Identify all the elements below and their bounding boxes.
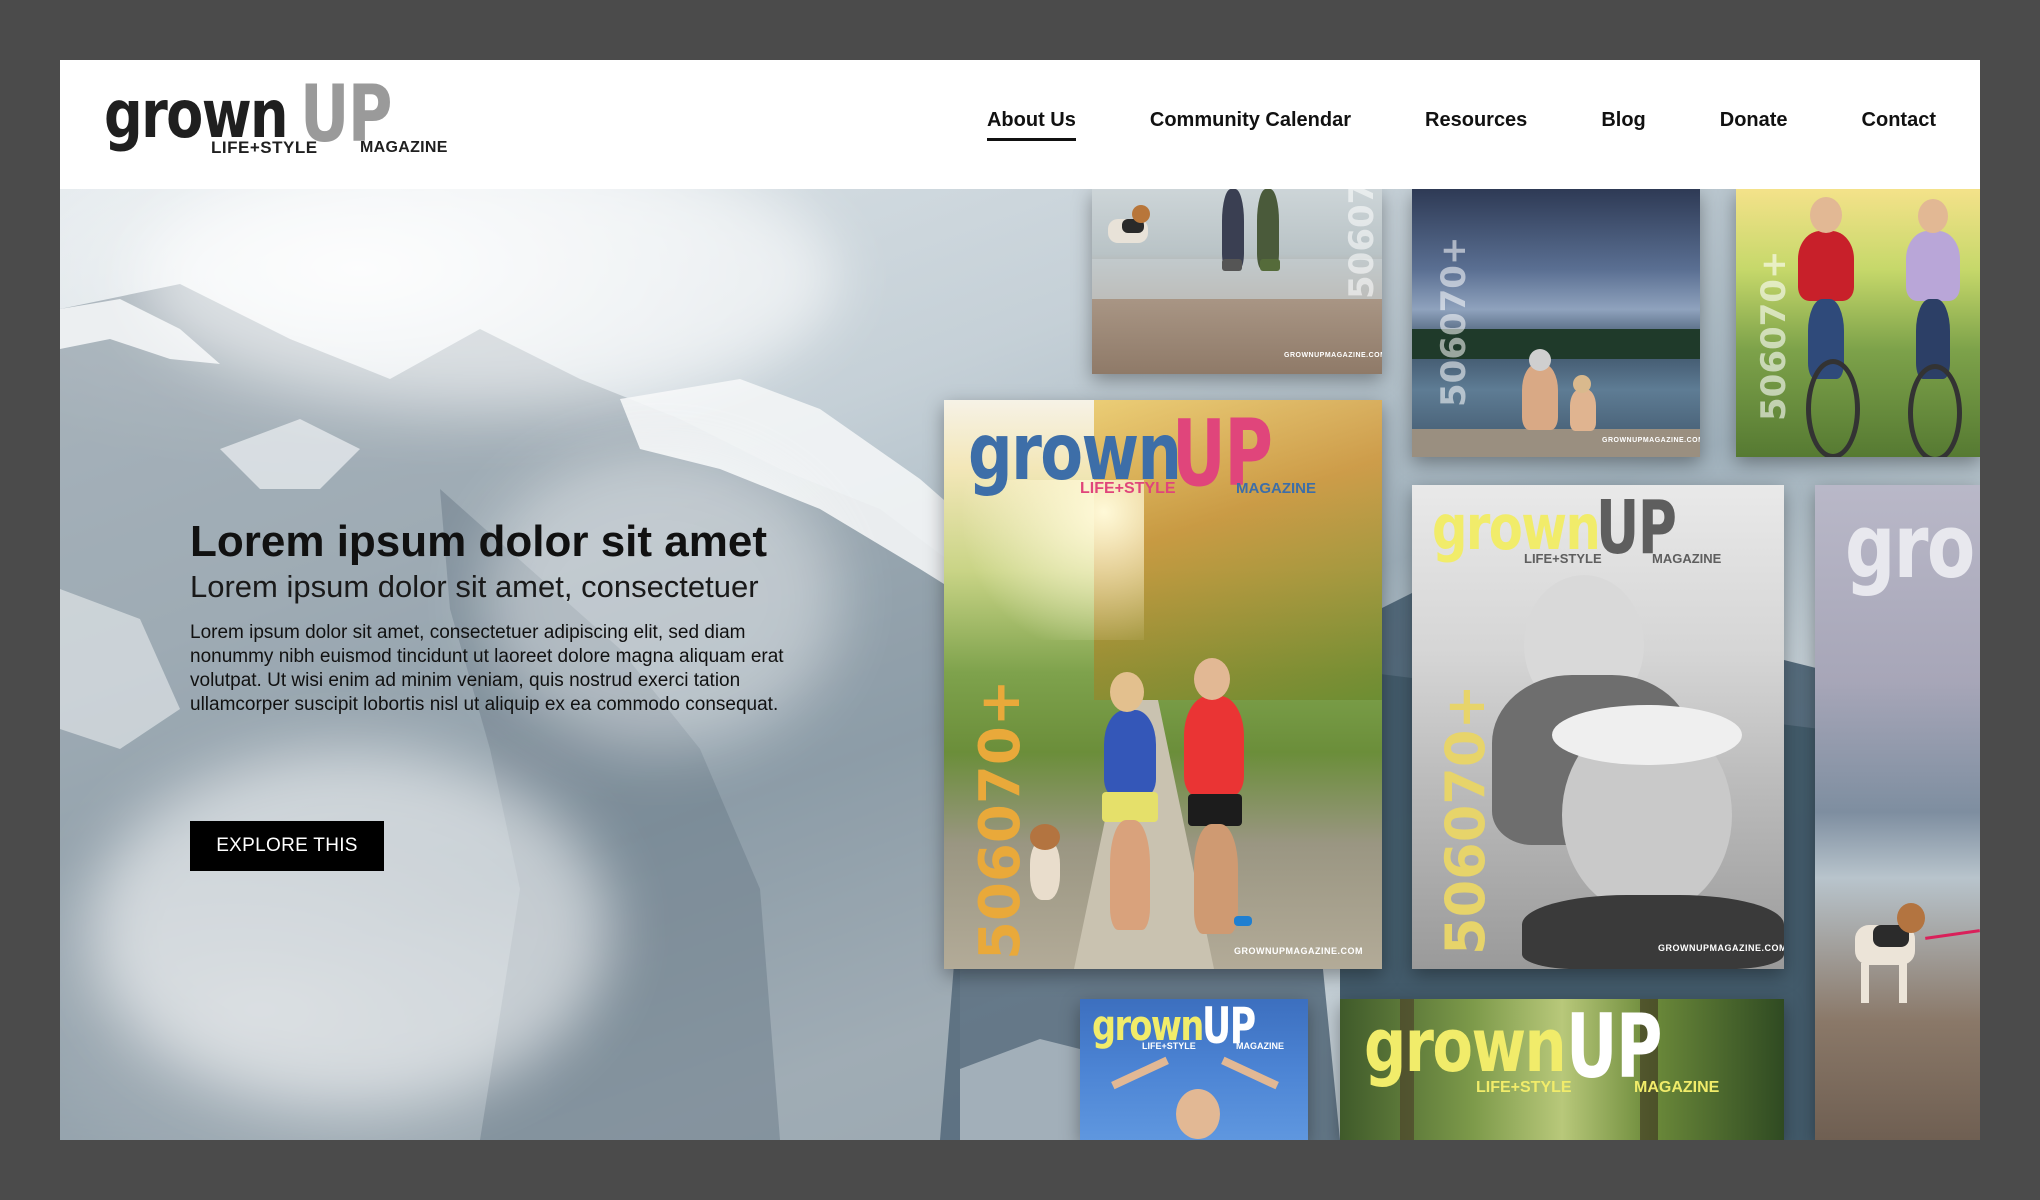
- hero-title: Lorem ipsum dolor sit amet: [190, 517, 767, 566]
- nav-donate[interactable]: Donate: [1720, 109, 1788, 141]
- grandpa-hair: [1552, 705, 1742, 765]
- kid-arm: [1221, 1056, 1279, 1090]
- cover-beach-walk[interactable]: 506070+ GROWNUPMAGAZINE.COM: [1092, 189, 1382, 374]
- walker-legs: [1222, 189, 1244, 269]
- cover-grandpa-boy[interactable]: grown UP LIFE+STYLE MAGAZINE 506070+ GRO…: [1412, 485, 1784, 969]
- runner-shoe: [1234, 916, 1252, 926]
- hero-body: Lorem ipsum dolor sit amet, consectetuer…: [190, 622, 784, 715]
- cover-age-label: 506070+: [1434, 236, 1474, 407]
- nav-about-us[interactable]: About Us: [986, 109, 1076, 141]
- beagle-head: [1132, 205, 1150, 223]
- man-head: [1529, 349, 1551, 371]
- cover-tagline: LIFE+STYLE: [1476, 1079, 1572, 1096]
- hero-text-block: Lorem ipsum dolor sit amet Lorem ipsum d…: [190, 517, 830, 717]
- hero-subtitle: Lorem ipsum dolor sit amet, consectetuer: [190, 569, 759, 604]
- cover-lake-dock[interactable]: 506070+ GROWNUPMAGAZINE.COM: [1412, 189, 1700, 457]
- cover-cyclists[interactable]: 506070+: [1736, 189, 1980, 457]
- boy-sitting: [1570, 389, 1596, 431]
- browser-frame: grown UP LIFE+STYLE MAGAZINE About Us Co…: [60, 60, 1980, 1140]
- cover-magazine-label: MAGAZINE: [1236, 480, 1316, 497]
- beagle-head: [1897, 903, 1925, 933]
- boy-head: [1573, 375, 1591, 393]
- cover-tagline: LIFE+STYLE: [1524, 551, 1602, 566]
- cover-blue-kid[interactable]: grown UP LIFE+STYLE MAGAZINE: [1080, 999, 1308, 1140]
- bike-wheel: [1908, 364, 1962, 457]
- cover-site-label: GROWNUPMAGAZINE.COM: [1602, 437, 1700, 444]
- grandpa-shirt: [1522, 895, 1784, 969]
- runner-man-legs: [1194, 824, 1238, 934]
- cover-tagline: LIFE+STYLE: [1080, 480, 1176, 497]
- main-nav: About Us Community Calendar Resources Bl…: [913, 109, 1936, 141]
- cover-magazine-label: MAGAZINE: [1652, 551, 1722, 566]
- nav-contact[interactable]: Contact: [1862, 109, 1936, 141]
- runner-man-shorts: [1188, 794, 1242, 826]
- bike-wheel: [1806, 359, 1860, 457]
- cyclist-woman-head: [1918, 199, 1948, 233]
- logo-tagline: LIFE+STYLE: [211, 138, 318, 157]
- kid-head: [1176, 1089, 1220, 1139]
- beagle-head: [1030, 824, 1060, 850]
- nav-community-calendar[interactable]: Community Calendar: [1150, 109, 1351, 141]
- cover-forest[interactable]: grown UP LIFE+STYLE MAGAZINE: [1340, 999, 1784, 1140]
- site-logo[interactable]: grown UP LIFE+STYLE MAGAZINE: [104, 70, 447, 172]
- cover-magazine-label: MAGAZINE: [1634, 1079, 1720, 1096]
- cyclist-man-head: [1810, 197, 1842, 233]
- nav-resources[interactable]: Resources: [1425, 109, 1527, 141]
- explore-button[interactable]: EXPLORE THIS: [190, 821, 384, 871]
- site-header: grown UP LIFE+STYLE MAGAZINE About Us Co…: [60, 60, 1980, 189]
- cover-age-label: 506070+: [1754, 250, 1794, 421]
- fog-overlay: [90, 749, 610, 1109]
- runner-woman-shorts: [1102, 792, 1158, 822]
- nav-blog[interactable]: Blog: [1601, 109, 1645, 141]
- cover-title-partial: gro: [1845, 495, 1975, 598]
- cyclist-woman: [1906, 231, 1960, 301]
- cover-magazine-label: MAGAZINE: [1236, 1041, 1284, 1051]
- cover-age-label: 506070+: [1342, 189, 1382, 299]
- cover-site-label: GROWNUPMAGAZINE.COM: [1284, 352, 1382, 359]
- walker-legs: [1257, 189, 1279, 269]
- boot: [1222, 259, 1242, 271]
- runner-woman-legs: [1110, 820, 1150, 930]
- cover-age-label: 506070+: [1434, 684, 1497, 955]
- cover-site-label: GROWNUPMAGAZINE.COM: [1234, 946, 1363, 956]
- hero-section: Lorem ipsum dolor sit amet Lorem ipsum d…: [60, 189, 1980, 1140]
- cover-tagline: LIFE+STYLE: [1142, 1041, 1196, 1051]
- sun-glow: [944, 480, 1144, 640]
- cyclist-man: [1798, 231, 1854, 301]
- cover-age-label: 506070+: [968, 679, 1033, 960]
- beagle-leg: [1899, 963, 1907, 1003]
- cover-site-label: GROWNUPMAGAZINE.COM: [1658, 943, 1784, 953]
- runner-woman-head: [1110, 672, 1144, 712]
- man-sitting: [1522, 364, 1558, 430]
- cover-main-jogging[interactable]: grown UP LIFE+STYLE MAGAZINE 506070+ GRO…: [944, 400, 1382, 969]
- beagle-leg: [1861, 963, 1869, 1003]
- cover-title-grown: grown: [1364, 1003, 1567, 1089]
- leash: [1925, 929, 1980, 940]
- runner-man-head: [1194, 658, 1230, 700]
- cover-beagle-beach[interactable]: gro: [1815, 485, 1980, 1140]
- kid-arm: [1111, 1056, 1169, 1090]
- runner-woman-top: [1104, 710, 1156, 796]
- runner-man-top: [1184, 696, 1244, 796]
- boot: [1260, 259, 1280, 271]
- logo-suffix: MAGAZINE: [360, 139, 448, 156]
